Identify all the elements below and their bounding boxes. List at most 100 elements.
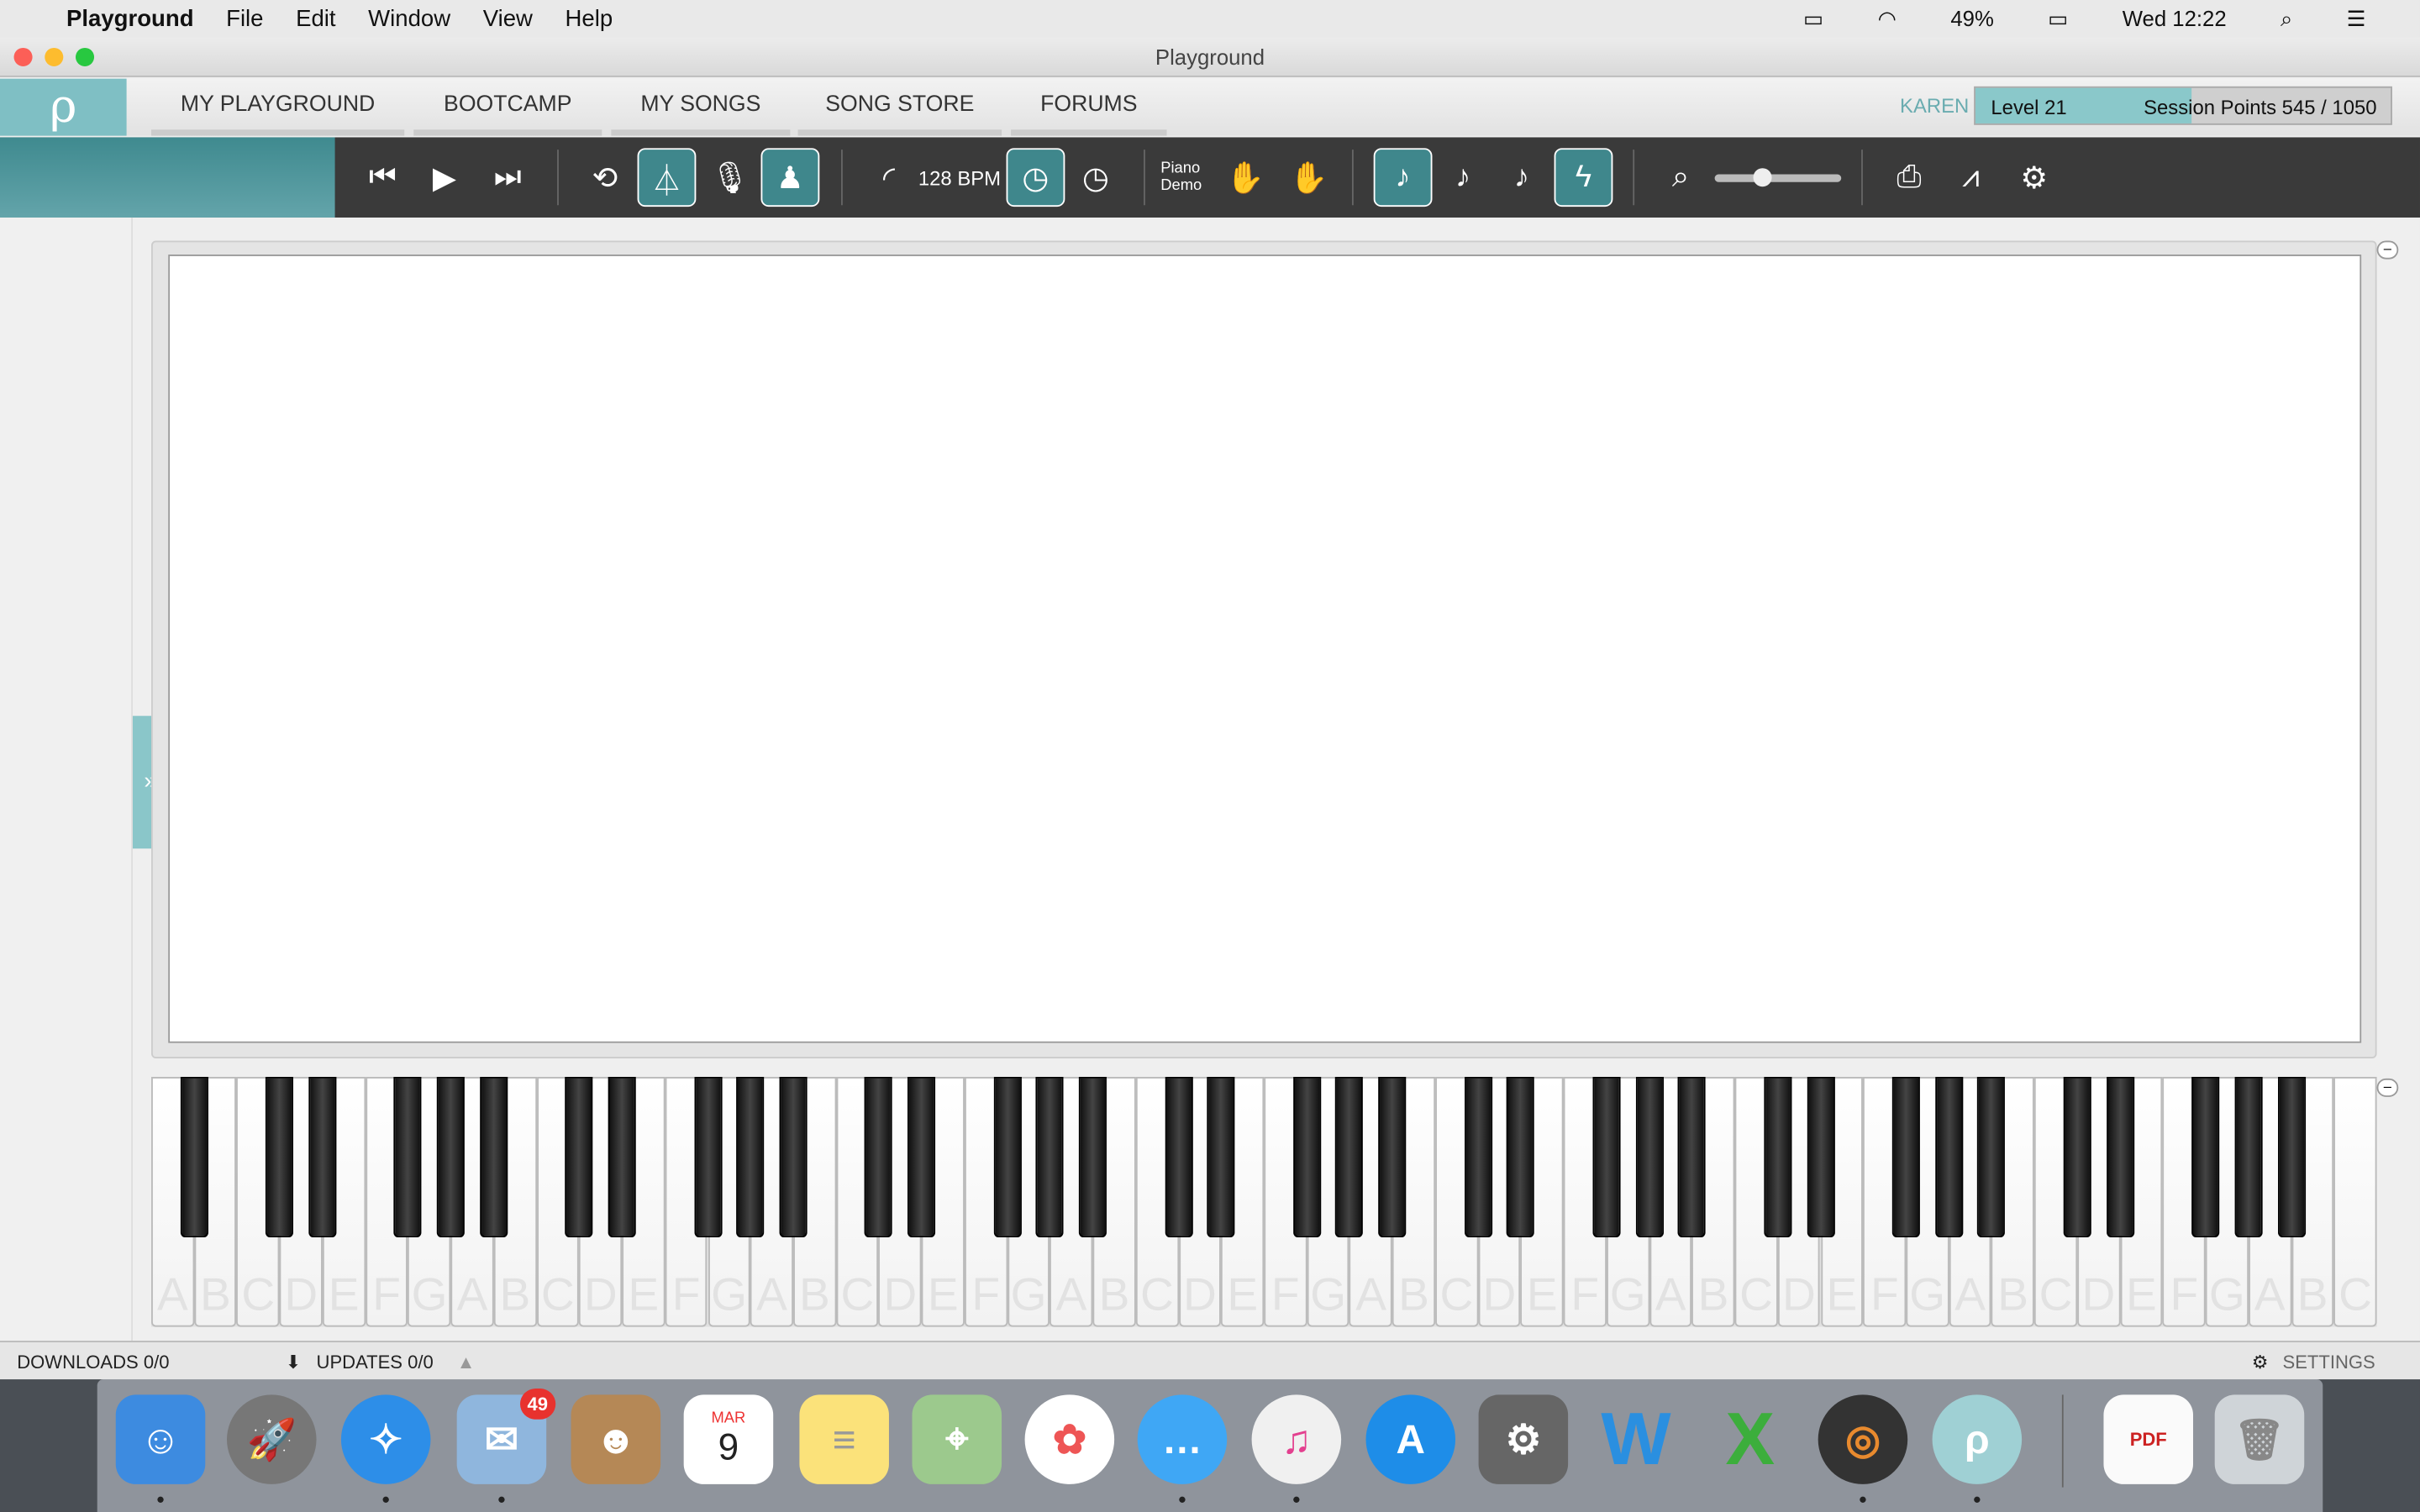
black-key-F-sharp[interactable]: [1592, 1077, 1621, 1238]
left-hand-icon[interactable]: ✋: [1226, 148, 1265, 207]
contacts-icon[interactable]: ☻: [571, 1394, 661, 1484]
progress-chart-icon[interactable]: ⩘: [1949, 148, 1992, 207]
calendar-icon[interactable]: MAR 9: [683, 1394, 774, 1484]
spotlight-icon[interactable]: ⌕: [2281, 5, 2292, 31]
messages-icon[interactable]: …: [1137, 1394, 1228, 1503]
tab-song-store[interactable]: SONG STORE: [797, 79, 1002, 136]
black-key-A-sharp[interactable]: [180, 1077, 208, 1238]
white-key-C[interactable]: C: [2333, 1077, 2377, 1327]
clock-icon[interactable]: ◷: [1076, 148, 1116, 207]
battery-percent[interactable]: 49%: [1950, 6, 1993, 30]
black-key-F-sharp[interactable]: [1292, 1077, 1321, 1238]
tab-bootcamp[interactable]: BOOTCAMP: [413, 79, 602, 136]
updates-status[interactable]: UPDATES 0/0: [317, 1352, 434, 1373]
black-key-D-sharp[interactable]: [1806, 1077, 1834, 1238]
menu-app[interactable]: Playground: [66, 5, 194, 31]
excel-icon[interactable]: X: [1706, 1394, 1796, 1484]
black-key-C-sharp[interactable]: [2063, 1077, 2091, 1238]
menu-file[interactable]: File: [226, 5, 263, 31]
updates-download-icon[interactable]: ⬇: [286, 1352, 301, 1373]
metronome-icon[interactable]: ⏃: [637, 148, 697, 207]
black-key-D-sharp[interactable]: [308, 1077, 337, 1238]
black-key-A-sharp[interactable]: [1977, 1077, 2006, 1238]
note-names-icon[interactable]: ♪: [1444, 148, 1481, 207]
wait-mode-clock-icon[interactable]: ◷: [1006, 148, 1065, 207]
black-key-C-sharp[interactable]: [865, 1077, 893, 1238]
maps-icon[interactable]: ⌖: [912, 1394, 1002, 1484]
right-hand-icon[interactable]: ✋: [1290, 148, 1328, 207]
settings-gear-icon[interactable]: ⚙: [2012, 148, 2055, 207]
black-key-G-sharp[interactable]: [1335, 1077, 1364, 1238]
black-key-A-sharp[interactable]: [779, 1077, 808, 1238]
black-key-D-sharp[interactable]: [908, 1077, 936, 1238]
lightning-icon[interactable]: ϟ: [1554, 148, 1613, 207]
black-key-F-sharp[interactable]: [1891, 1077, 1920, 1238]
microphone-icon[interactable]: 🎙: [710, 148, 750, 207]
settings-link[interactable]: SETTINGS: [2283, 1352, 2375, 1373]
bpm-value[interactable]: 128 BPM: [918, 148, 1001, 207]
system-preferences-icon[interactable]: ⚙: [1478, 1394, 1569, 1484]
itunes-icon[interactable]: ♫: [1251, 1394, 1342, 1503]
trash-icon[interactable]: 🗑: [2214, 1394, 2305, 1484]
black-key-D-sharp[interactable]: [1207, 1077, 1235, 1238]
minimize-button[interactable]: [45, 47, 64, 66]
menu-window[interactable]: Window: [368, 5, 450, 31]
notes-icon[interactable]: ≡: [799, 1394, 889, 1484]
clock[interactable]: Wed 12:22: [2123, 6, 2227, 30]
black-key-G-sharp[interactable]: [1036, 1077, 1065, 1238]
word-icon[interactable]: W: [1591, 1394, 1681, 1484]
black-key-A-sharp[interactable]: [1678, 1077, 1707, 1238]
black-key-F-sharp[interactable]: [693, 1077, 722, 1238]
tab-forums[interactable]: FORUMS: [1011, 79, 1167, 136]
black-key-D-sharp[interactable]: [608, 1077, 636, 1238]
play-icon[interactable]: ▶: [426, 148, 463, 207]
notification-center-icon[interactable]: ☰: [2347, 5, 2366, 31]
black-key-C-sharp[interactable]: [266, 1077, 294, 1238]
finder-icon[interactable]: ☺: [115, 1394, 206, 1503]
black-key-F-sharp[interactable]: [394, 1077, 423, 1238]
photos-icon[interactable]: ✿: [1024, 1394, 1115, 1484]
wifi-icon[interactable]: ◠: [1878, 5, 1897, 31]
black-key-C-sharp[interactable]: [1164, 1077, 1192, 1238]
tab-my-playground[interactable]: MY PLAYGROUND: [150, 79, 405, 136]
black-key-G-sharp[interactable]: [1635, 1077, 1664, 1238]
zoom-icon[interactable]: ⌕: [1660, 148, 1701, 207]
zoom-slider-knob[interactable]: [1752, 168, 1771, 187]
app-store-icon[interactable]: A: [1365, 1394, 1456, 1484]
finger-numbers-icon[interactable]: ♪: [1373, 148, 1433, 207]
black-key-G-sharp[interactable]: [736, 1077, 765, 1238]
black-key-G-sharp[interactable]: [1934, 1077, 1963, 1238]
black-key-D-sharp[interactable]: [1507, 1077, 1535, 1238]
black-key-A-sharp[interactable]: [1378, 1077, 1407, 1238]
menu-help[interactable]: Help: [566, 5, 613, 31]
piano-demo-button[interactable]: Piano Demo: [1160, 148, 1202, 207]
sheet-music-area[interactable]: [168, 255, 2362, 1043]
black-key-G-sharp[interactable]: [436, 1077, 466, 1238]
menu-edit[interactable]: Edit: [296, 5, 335, 31]
tempo-gauge-icon[interactable]: ◜: [865, 148, 912, 207]
gear-icon[interactable]: ⚙: [2252, 1352, 2269, 1373]
note-icon[interactable]: ♪: [1505, 148, 1539, 207]
playground-dock-icon[interactable]: ρ: [1932, 1394, 2023, 1503]
pdf-document-icon[interactable]: PDF: [2103, 1394, 2193, 1484]
print-icon[interactable]: ⎙: [1887, 148, 1930, 207]
black-key-A-sharp[interactable]: [2277, 1077, 2306, 1238]
music-collector-icon[interactable]: ◎: [1818, 1394, 1908, 1503]
black-key-A-sharp[interactable]: [1078, 1077, 1107, 1238]
loop-icon[interactable]: ⟲: [581, 148, 628, 207]
tab-my-songs[interactable]: MY SONGS: [611, 79, 791, 136]
airplay-icon[interactable]: ▭: [1803, 5, 1823, 31]
black-key-C-sharp[interactable]: [1763, 1077, 1792, 1238]
mail-icon[interactable]: ✉ 49: [456, 1389, 556, 1503]
expand-status-arrow-icon[interactable]: ▲: [457, 1352, 476, 1373]
black-key-A-sharp[interactable]: [479, 1077, 508, 1238]
app-logo[interactable]: ρ: [0, 78, 127, 136]
close-button[interactable]: [13, 47, 33, 66]
black-key-C-sharp[interactable]: [1464, 1077, 1492, 1238]
menu-view[interactable]: View: [483, 5, 533, 31]
user-name[interactable]: KAREN: [1900, 94, 1969, 118]
downloads-status[interactable]: DOWNLOADS 0/0: [17, 1352, 169, 1373]
safari-icon[interactable]: ✧: [340, 1394, 431, 1503]
black-key-F-sharp[interactable]: [2191, 1077, 2220, 1238]
black-key-F-sharp[interactable]: [993, 1077, 1022, 1238]
